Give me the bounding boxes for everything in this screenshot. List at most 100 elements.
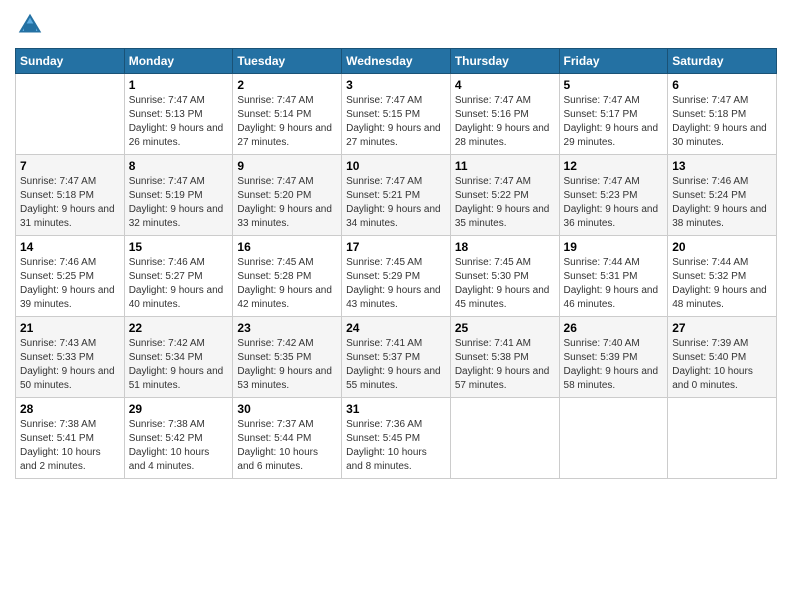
day-cell: 23 Sunrise: 7:42 AMSunset: 5:35 PMDayligh… — [233, 317, 342, 398]
day-info: Sunrise: 7:45 AMSunset: 5:30 PMDaylight:… — [455, 256, 555, 312]
day-number: 6 — [672, 78, 772, 92]
day-cell: 9 Sunrise: 7:47 AMSunset: 5:20 PMDaylight… — [233, 155, 342, 236]
day-info: Sunrise: 7:42 AMSunset: 5:35 PMDaylight:… — [237, 337, 337, 393]
day-number: 12 — [564, 159, 664, 173]
day-cell: 24Sunrise: 7:41 AMSunset: 5:37 PMDayligh… — [342, 317, 451, 398]
day-number: 21 — [20, 321, 120, 335]
day-info: Sunrise: 7:39 AMSunset: 5:40 PMDaylight:… — [672, 337, 772, 393]
day-info: Sunrise: 7:41 AMSunset: 5:38 PMDaylight:… — [455, 337, 555, 393]
day-number: 19 — [564, 240, 664, 254]
day-number: 15 — [129, 240, 229, 254]
day-number: 1 — [129, 78, 229, 92]
day-info: Sunrise: 7:47 AMSunset: 5:15 PMDaylight:… — [346, 94, 446, 150]
day-cell: 18 Sunrise: 7:45 AMSunset: 5:30 PMDayligh… — [450, 236, 559, 317]
day-info: Sunrise: 7:37 AMSunset: 5:44 PMDaylight:… — [237, 418, 337, 474]
day-info: Sunrise: 7:36 AMSunset: 5:45 PMDaylight:… — [346, 418, 446, 474]
week-row-5: 28Sunrise: 7:38 AMSunset: 5:41 PMDayligh… — [16, 398, 777, 479]
day-info: Sunrise: 7:47 AMSunset: 5:22 PMDaylight:… — [455, 175, 555, 231]
day-info: Sunrise: 7:45 AMSunset: 5:29 PMDaylight:… — [346, 256, 446, 312]
day-info: Sunrise: 7:47 AMSunset: 5:23 PMDaylight:… — [564, 175, 664, 231]
day-cell: 14 Sunrise: 7:46 AMSunset: 5:25 PMDayligh… — [16, 236, 125, 317]
day-number: 3 — [346, 78, 446, 92]
weekday-header-monday: Monday — [124, 49, 233, 74]
day-number: 9 — [237, 159, 337, 173]
day-number: 20 — [672, 240, 772, 254]
day-number: 4 — [455, 78, 555, 92]
day-number: 29 — [129, 402, 229, 416]
day-cell: 26Sunrise: 7:40 AMSunset: 5:39 PMDayligh… — [559, 317, 668, 398]
day-cell: 2Sunrise: 7:47 AMSunset: 5:14 PMDaylight… — [233, 74, 342, 155]
day-info: Sunrise: 7:45 AMSunset: 5:28 PMDaylight:… — [237, 256, 337, 312]
day-info: Sunrise: 7:47 AMSunset: 5:19 PMDaylight:… — [129, 175, 229, 231]
day-cell — [16, 74, 125, 155]
day-number: 14 — [20, 240, 120, 254]
day-info: Sunrise: 7:47 AMSunset: 5:20 PMDaylight:… — [237, 175, 337, 231]
weekday-header-sunday: Sunday — [16, 49, 125, 74]
day-number: 18 — [455, 240, 555, 254]
day-info: Sunrise: 7:47 AMSunset: 5:16 PMDaylight:… — [455, 94, 555, 150]
day-cell: 11 Sunrise: 7:47 AMSunset: 5:22 PMDayligh… — [450, 155, 559, 236]
day-number: 28 — [20, 402, 120, 416]
weekday-header-wednesday: Wednesday — [342, 49, 451, 74]
weekday-header-friday: Friday — [559, 49, 668, 74]
day-info: Sunrise: 7:44 AMSunset: 5:32 PMDaylight:… — [672, 256, 772, 312]
day-cell — [559, 398, 668, 479]
day-cell: 6 Sunrise: 7:47 AMSunset: 5:18 PMDaylight… — [668, 74, 777, 155]
day-number: 8 — [129, 159, 229, 173]
day-info: Sunrise: 7:47 AMSunset: 5:18 PMDaylight:… — [672, 94, 772, 150]
day-cell: 31 Sunrise: 7:36 AMSunset: 5:45 PMDayligh… — [342, 398, 451, 479]
week-row-1: 1 Sunrise: 7:47 AMSunset: 5:13 PMDaylight… — [16, 74, 777, 155]
day-number: 5 — [564, 78, 664, 92]
day-cell: 4 Sunrise: 7:47 AMSunset: 5:16 PMDaylight… — [450, 74, 559, 155]
day-info: Sunrise: 7:46 AMSunset: 5:27 PMDaylight:… — [129, 256, 229, 312]
day-cell: 7 Sunrise: 7:47 AMSunset: 5:18 PMDaylight… — [16, 155, 125, 236]
day-cell: 5 Sunrise: 7:47 AMSunset: 5:17 PMDaylight… — [559, 74, 668, 155]
day-info: Sunrise: 7:42 AMSunset: 5:34 PMDaylight:… — [129, 337, 229, 393]
day-cell: 10 Sunrise: 7:47 AMSunset: 5:21 PMDayligh… — [342, 155, 451, 236]
weekday-header-row: SundayMondayTuesdayWednesdayThursdayFrid… — [16, 49, 777, 74]
day-number: 16 — [237, 240, 337, 254]
day-number: 7 — [20, 159, 120, 173]
calendar-table: SundayMondayTuesdayWednesdayThursdayFrid… — [15, 48, 777, 479]
day-number: 31 — [346, 402, 446, 416]
day-cell: 29Sunrise: 7:38 AMSunset: 5:42 PMDayligh… — [124, 398, 233, 479]
day-info: Sunrise: 7:46 AMSunset: 5:25 PMDaylight:… — [20, 256, 120, 312]
day-number: 25 — [455, 321, 555, 335]
page: SundayMondayTuesdayWednesdayThursdayFrid… — [0, 0, 792, 612]
day-number: 27 — [672, 321, 772, 335]
day-cell — [668, 398, 777, 479]
day-cell: 17 Sunrise: 7:45 AMSunset: 5:29 PMDayligh… — [342, 236, 451, 317]
logo-icon — [15, 10, 45, 40]
day-number: 30 — [237, 402, 337, 416]
day-number: 17 — [346, 240, 446, 254]
day-info: Sunrise: 7:47 AMSunset: 5:14 PMDaylight:… — [237, 94, 337, 150]
header — [15, 10, 777, 40]
day-number: 23 — [237, 321, 337, 335]
day-cell: 3 Sunrise: 7:47 AMSunset: 5:15 PMDaylight… — [342, 74, 451, 155]
day-number: 11 — [455, 159, 555, 173]
day-info: Sunrise: 7:47 AMSunset: 5:13 PMDaylight:… — [129, 94, 229, 150]
week-row-3: 14 Sunrise: 7:46 AMSunset: 5:25 PMDayligh… — [16, 236, 777, 317]
day-info: Sunrise: 7:47 AMSunset: 5:17 PMDaylight:… — [564, 94, 664, 150]
day-number: 22 — [129, 321, 229, 335]
day-number: 13 — [672, 159, 772, 173]
weekday-header-saturday: Saturday — [668, 49, 777, 74]
day-cell: 16 Sunrise: 7:45 AMSunset: 5:28 PMDayligh… — [233, 236, 342, 317]
day-info: Sunrise: 7:47 AMSunset: 5:21 PMDaylight:… — [346, 175, 446, 231]
day-info: Sunrise: 7:43 AMSunset: 5:33 PMDaylight:… — [20, 337, 120, 393]
day-number: 26 — [564, 321, 664, 335]
day-cell: 25 Sunrise: 7:41 AMSunset: 5:38 PMDayligh… — [450, 317, 559, 398]
day-cell: 15 Sunrise: 7:46 AMSunset: 5:27 PMDayligh… — [124, 236, 233, 317]
weekday-header-tuesday: Tuesday — [233, 49, 342, 74]
week-row-2: 7 Sunrise: 7:47 AMSunset: 5:18 PMDaylight… — [16, 155, 777, 236]
day-cell: 30 Sunrise: 7:37 AMSunset: 5:44 PMDayligh… — [233, 398, 342, 479]
day-info: Sunrise: 7:47 AMSunset: 5:18 PMDaylight:… — [20, 175, 120, 231]
day-number: 10 — [346, 159, 446, 173]
day-cell — [450, 398, 559, 479]
day-number: 24 — [346, 321, 446, 335]
day-cell: 28Sunrise: 7:38 AMSunset: 5:41 PMDayligh… — [16, 398, 125, 479]
day-cell: 21 Sunrise: 7:43 AMSunset: 5:33 PMDayligh… — [16, 317, 125, 398]
week-row-4: 21 Sunrise: 7:43 AMSunset: 5:33 PMDayligh… — [16, 317, 777, 398]
day-info: Sunrise: 7:44 AMSunset: 5:31 PMDaylight:… — [564, 256, 664, 312]
day-cell: 1 Sunrise: 7:47 AMSunset: 5:13 PMDaylight… — [124, 74, 233, 155]
